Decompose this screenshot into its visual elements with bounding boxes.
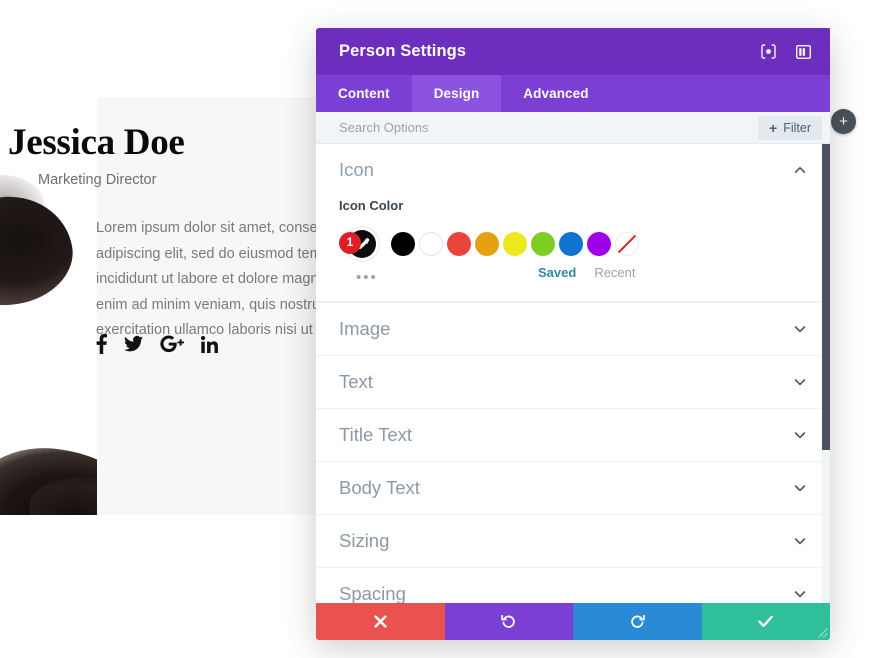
section-icon-title: Icon [339, 159, 374, 180]
palette-tabs: Saved Recent [538, 265, 636, 280]
checkmark-icon [758, 615, 773, 628]
chevron-down-icon[interactable] [793, 481, 807, 495]
swatch-orange[interactable] [475, 232, 499, 256]
tab-content[interactable]: Content [316, 75, 412, 112]
icon-color-swatches: 1 [316, 213, 830, 261]
undo-button[interactable] [444, 603, 573, 640]
photo-hair [0, 187, 80, 315]
section-title-text[interactable]: Title Text [316, 408, 830, 461]
facebook-icon[interactable] [96, 334, 107, 354]
section-image-title: Image [339, 318, 391, 339]
color-picker-control: 1 [339, 227, 383, 261]
swatch-green[interactable] [531, 232, 555, 256]
tab-design[interactable]: Design [411, 75, 502, 112]
swatch-white[interactable] [419, 232, 443, 256]
modal-footer [316, 603, 830, 640]
filter-button-label: Filter [783, 121, 811, 135]
scrollbar-thumb[interactable] [822, 144, 830, 450]
social-links [96, 334, 218, 354]
modal-title: Person Settings [339, 42, 467, 60]
chevron-down-icon[interactable] [793, 428, 807, 442]
screen: Jessica Doe Marketing Director Lorem ips… [0, 0, 880, 658]
save-button[interactable] [701, 603, 830, 640]
section-sizing-title: Sizing [339, 530, 390, 551]
chevron-down-icon[interactable] [793, 322, 807, 336]
section-sizing[interactable]: Sizing [316, 514, 830, 567]
redo-icon [630, 614, 645, 629]
icon-color-label: Icon Color [339, 198, 404, 213]
cancel-button[interactable] [316, 603, 445, 640]
palette-tab-recent[interactable]: Recent [594, 265, 635, 280]
twitter-icon[interactable] [124, 334, 143, 354]
section-text[interactable]: Text [316, 355, 830, 408]
google-plus-icon[interactable] [160, 335, 184, 353]
section-title-text-title: Title Text [339, 424, 412, 445]
section-text-title: Text [339, 371, 373, 392]
section-icon-header[interactable]: Icon [316, 144, 830, 196]
tab-advanced[interactable]: Advanced [501, 75, 610, 112]
modal-tabs: Content Design Advanced [316, 75, 830, 112]
section-icon: Icon Icon Color 1 ••• Saved Recent [316, 144, 830, 302]
close-icon [374, 615, 387, 628]
layout-panel-icon[interactable] [794, 43, 812, 61]
swatch-yellow[interactable] [503, 232, 527, 256]
person-settings-modal: Person Settings Content Design Advanced … [316, 28, 830, 640]
resize-grip-icon [818, 628, 828, 638]
swatch-red[interactable] [447, 232, 471, 256]
redo-button[interactable] [573, 603, 702, 640]
section-body-text[interactable]: Body Text [316, 461, 830, 514]
section-image[interactable]: Image [316, 302, 830, 355]
modal-header-actions [759, 43, 812, 61]
chevron-down-icon[interactable] [793, 534, 807, 548]
scrollbar-track[interactable] [822, 144, 830, 603]
undo-icon [501, 614, 516, 629]
add-module-button[interactable]: + [831, 109, 856, 134]
section-spacing-title: Spacing [339, 583, 406, 603]
swatch-black[interactable] [391, 232, 415, 256]
swatch-blue[interactable] [559, 232, 583, 256]
filter-button[interactable]: + Filter [758, 116, 822, 140]
plus-icon: + [769, 120, 778, 136]
more-options-icon[interactable]: ••• [356, 270, 378, 285]
section-body-text-title: Body Text [339, 477, 420, 498]
swatch-footer: ••• Saved Recent [316, 261, 830, 287]
modal-header: Person Settings [316, 28, 830, 75]
person-role: Marketing Director [38, 172, 157, 188]
chevron-down-icon[interactable] [793, 587, 807, 601]
swatch-transparent[interactable] [615, 232, 639, 256]
color-count-badge: 1 [339, 232, 361, 254]
search-bar: + Filter [316, 112, 830, 144]
linkedin-icon[interactable] [201, 335, 218, 353]
search-input[interactable] [339, 120, 719, 135]
chevron-down-icon[interactable] [793, 375, 807, 389]
preset-swatch-list [391, 232, 639, 256]
person-name: Jessica Doe [8, 122, 185, 163]
focus-icon[interactable] [759, 43, 777, 61]
chevron-up-icon[interactable] [793, 163, 807, 177]
palette-tab-saved[interactable]: Saved [538, 265, 576, 280]
modal-body: Icon Icon Color 1 ••• Saved Recent Image… [316, 144, 830, 603]
section-spacing[interactable]: Spacing [316, 567, 830, 603]
swatch-purple[interactable] [587, 232, 611, 256]
